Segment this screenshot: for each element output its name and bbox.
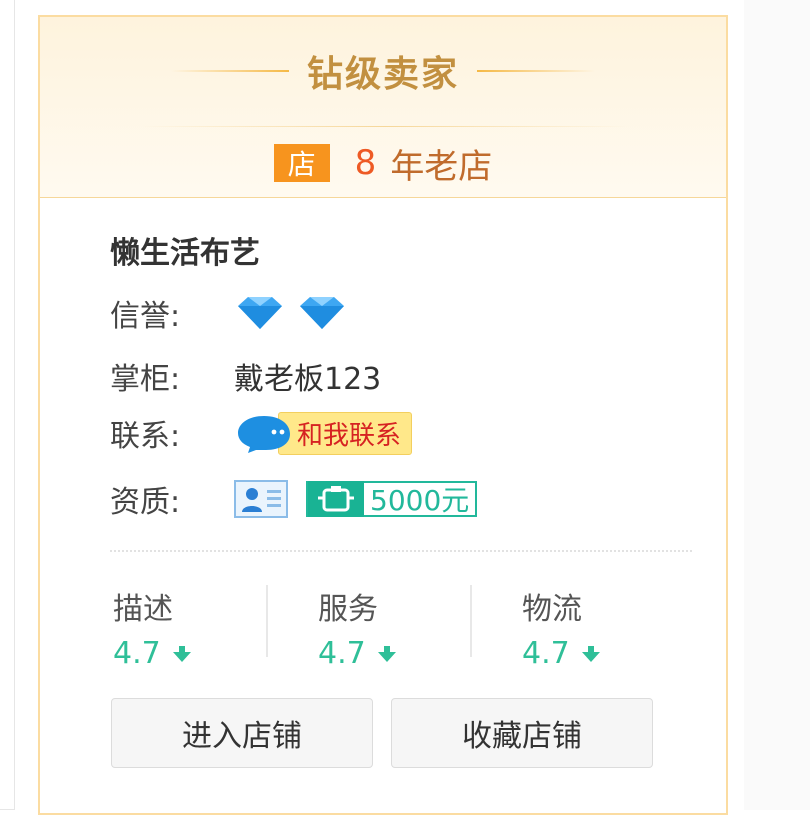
qualification-label: 资质: bbox=[110, 485, 181, 520]
chat-bubble-icon bbox=[238, 416, 290, 453]
rating-value-row: 4.7 bbox=[522, 636, 702, 671]
right-panel bbox=[744, 0, 810, 810]
decorative-line-right bbox=[477, 70, 595, 72]
enter-store-button[interactable]: 进入店铺 bbox=[111, 698, 373, 768]
contact-row: 联系: 和我联系 bbox=[110, 410, 413, 456]
contact-me-label: 和我联系 bbox=[278, 411, 413, 455]
diamond-icon bbox=[238, 297, 282, 329]
rating-logistics: 物流 4.7 bbox=[522, 584, 702, 671]
shop-badge-icon: 店 bbox=[273, 144, 330, 182]
seller-card-header: 钻级卖家 店 8 年老店 bbox=[40, 17, 726, 198]
decorative-line-left bbox=[170, 70, 289, 72]
store-age-row: 店 8 年老店 bbox=[40, 137, 726, 189]
rating-separator bbox=[266, 585, 268, 657]
dotted-divider bbox=[110, 550, 692, 552]
rating-score: 4.7 bbox=[522, 636, 570, 671]
rating-label: 物流 bbox=[522, 592, 582, 627]
credit-label: 信誉: bbox=[110, 299, 181, 334]
favorite-store-button[interactable]: 收藏店铺 bbox=[391, 698, 653, 768]
seller-level-title: 钻级卖家 bbox=[40, 41, 726, 101]
deposit-shield-icon bbox=[308, 481, 364, 517]
owner-row: 掌柜: 戴老板123 bbox=[110, 353, 381, 399]
id-card-icon[interactable] bbox=[234, 480, 288, 518]
rating-score: 4.7 bbox=[318, 636, 366, 671]
contact-label: 联系: bbox=[110, 419, 181, 454]
owner-label: 掌柜: bbox=[110, 362, 181, 397]
down-arrow-icon bbox=[581, 645, 600, 662]
qualification-row: 资质: 5000元 bbox=[110, 476, 478, 522]
seller-level-text: 钻级卖家 bbox=[306, 54, 459, 95]
store-age-years: 8 bbox=[354, 143, 377, 183]
owner-name[interactable]: 戴老板123 bbox=[234, 354, 381, 398]
down-arrow-icon bbox=[172, 645, 191, 662]
deposit-amount: 5000元 bbox=[370, 484, 470, 517]
left-panel bbox=[0, 0, 15, 810]
store-age-suffix: 年老店 bbox=[390, 146, 493, 187]
rating-separator bbox=[470, 585, 472, 657]
contact-me-button[interactable]: 和我联系 bbox=[234, 411, 413, 455]
down-arrow-icon bbox=[377, 645, 396, 662]
shop-name[interactable]: 懒生活布艺 bbox=[110, 228, 260, 272]
diamond-icon bbox=[300, 297, 344, 329]
header-divider bbox=[140, 126, 630, 127]
deposit-badge[interactable]: 5000元 bbox=[306, 481, 478, 517]
rating-score: 4.7 bbox=[113, 636, 161, 671]
credit-row: 信誉: bbox=[110, 290, 358, 336]
